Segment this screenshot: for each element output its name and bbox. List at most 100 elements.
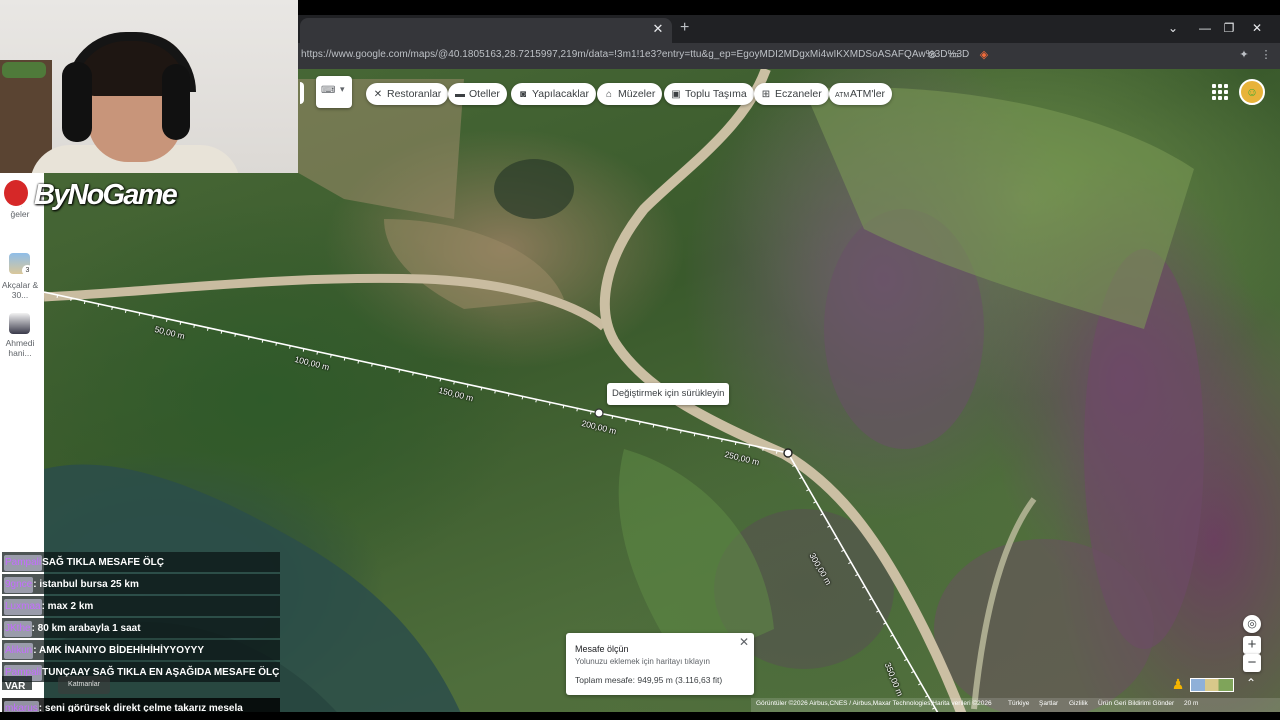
scale-label[interactable]: 20 m [1184, 700, 1198, 707]
measure-card-title: Mesafe ölçün [575, 644, 629, 654]
measure-tick [680, 430, 682, 434]
apps-grid-icon[interactable] [1212, 84, 1228, 100]
measure-total-distance: Toplam mesafe: 949,95 m (3.116,63 fit) [575, 675, 723, 685]
measure-tick [316, 351, 319, 355]
footer-country[interactable]: Türkiye [1008, 700, 1029, 707]
menu-icon[interactable]: ⋮ [1258, 48, 1274, 61]
chip-transit[interactable]: ▣ Toplu Taşıma [664, 83, 754, 105]
sidebar-item-akcalar[interactable]: Akçalar & 30... [0, 280, 40, 300]
zoom-out-button[interactable]: − [1243, 654, 1261, 672]
measure-tick [911, 670, 915, 674]
measure-tick [897, 646, 901, 649]
chat-message: 9gnce: istanbul bursa 25 km [2, 574, 280, 594]
measure-tick [625, 418, 627, 422]
measure-tick [193, 324, 195, 328]
url-text[interactable]: https://www.google.com/maps/@40.1805163,… [301, 49, 969, 60]
browser-tab[interactable]: ✕ [300, 18, 672, 43]
measure-tick [918, 682, 922, 686]
measure-tick [179, 321, 182, 325]
measure-tick [707, 436, 710, 440]
measure-tick [813, 501, 817, 504]
measure-tick [425, 375, 428, 379]
measure-point [783, 448, 793, 458]
camera-icon: ◙ [519, 89, 527, 100]
extensions-icon[interactable]: ✦ [1236, 48, 1252, 61]
chevron-down-icon: ▾ [340, 84, 345, 94]
measure-tick [638, 421, 641, 425]
chat-text: SAĞ TIKLA MESAFE ÖLÇ [42, 557, 164, 568]
brand-text: ByNoGame [34, 179, 178, 211]
measure-tick [925, 695, 929, 698]
zoom-in-button[interactable]: + [1243, 636, 1261, 654]
restore-icon[interactable]: ❐ [1218, 21, 1240, 35]
measure-tick [693, 433, 696, 437]
chat-message: JKthe: 80 km arabayla 1 saat [2, 618, 280, 638]
account-avatar[interactable]: ☺ [1239, 79, 1265, 105]
transit-icon: ▣ [671, 89, 681, 100]
crosshair-icon: ◎ [1247, 618, 1257, 630]
camera-off-icon[interactable]: ⊘ [924, 48, 940, 61]
measure-tick [330, 354, 332, 358]
cast-icon[interactable]: ▭ [946, 48, 962, 61]
measure-tick [439, 378, 442, 382]
measure-tick [775, 450, 778, 454]
measure-tick [748, 444, 751, 448]
measure-tick [234, 333, 236, 337]
measure-tick [111, 306, 113, 310]
brave-shield-icon[interactable]: ◈ [976, 48, 992, 61]
measure-tick [666, 427, 668, 431]
measure-tick [165, 318, 168, 322]
measure-tick [480, 387, 483, 391]
tab-close-icon[interactable]: ✕ [650, 21, 666, 37]
measure-tick [124, 309, 127, 313]
drag-tooltip: Değiştirmek için sürükleyin [607, 383, 730, 405]
measure-tick [220, 330, 223, 334]
measure-tick [384, 366, 387, 370]
measure-tick [207, 327, 209, 331]
chip-hotels[interactable]: ▬ Oteller [448, 83, 507, 105]
chip-label: Müzeler [618, 88, 656, 100]
measure-distance-card: ✕ Mesafe ölçün Yolunuzu eklemek için har… [566, 633, 754, 695]
attribution-text: Görüntüler ©2026 Airbus,CNES / Airbus,Ma… [756, 700, 992, 707]
measure-tick [357, 360, 360, 364]
chip-atms[interactable]: ATMATM'ler [829, 83, 893, 105]
measure-tick [466, 384, 469, 388]
minimize-icon[interactable]: — [1194, 21, 1216, 35]
measure-tick [152, 315, 154, 319]
measure-tick [289, 345, 291, 349]
sidebar-item-akcalar-thumb[interactable]: 3 [9, 253, 33, 276]
address-bar[interactable]: https://www.google.com/maps/@40.1805163,… [298, 43, 1280, 69]
map-layer-thumbnails[interactable] [1190, 678, 1234, 692]
stream-brand: ByNoGame [0, 178, 180, 212]
measure-tick [799, 476, 803, 480]
chevron-up-icon[interactable]: ⌃ [1244, 676, 1258, 690]
measure-tick [302, 348, 305, 352]
sidebar-item-ahmedi[interactable]: Ahmedi hani... [0, 338, 40, 358]
layers-button[interactable]: Katmanlar [58, 676, 110, 694]
sidebar-item-ahmedi-thumb[interactable] [9, 313, 30, 334]
close-window-icon[interactable]: ✕ [1246, 21, 1268, 35]
footer-privacy[interactable]: Gizlilik [1069, 700, 1088, 707]
chip-museums[interactable]: ⌂ Müzeler [597, 83, 663, 105]
measure-tick [412, 372, 414, 376]
search-box-edge[interactable] [300, 82, 304, 104]
chip-label: Restoranlar [387, 88, 442, 100]
measure-tick [275, 342, 278, 346]
measure-tick [494, 390, 496, 394]
tab-search-icon[interactable]: ⌄ [1162, 21, 1184, 35]
chip-restaurants[interactable]: ✕ Restoranlar [366, 83, 449, 105]
keyboard-input-button[interactable]: ⌨ ▾ [316, 76, 352, 108]
chip-pharmacies[interactable]: ⊞ Eczaneler [754, 83, 829, 105]
measure-tick [138, 312, 141, 316]
chat-username: 9gnce [4, 577, 34, 593]
chat-message: PampaliSAĞ TIKLA MESAFE ÖLÇ [2, 552, 280, 572]
chip-things-to-do[interactable]: ◙ Yapılacaklar [511, 83, 597, 105]
footer-terms[interactable]: Şartlar [1039, 700, 1058, 707]
my-location-button[interactable]: ◎ [1243, 615, 1261, 633]
pegman-icon[interactable]: ♟ [1170, 676, 1186, 694]
footer-feedback[interactable]: Ürün Geri Bildirimi Gönder [1098, 700, 1174, 707]
chat-text: : AMK İNANIYO BİDEHİHİHİYYOYYY [33, 645, 205, 656]
headphone-left [62, 62, 92, 142]
close-icon[interactable]: ✕ [738, 635, 750, 649]
new-tab-icon[interactable]: + [680, 19, 689, 37]
